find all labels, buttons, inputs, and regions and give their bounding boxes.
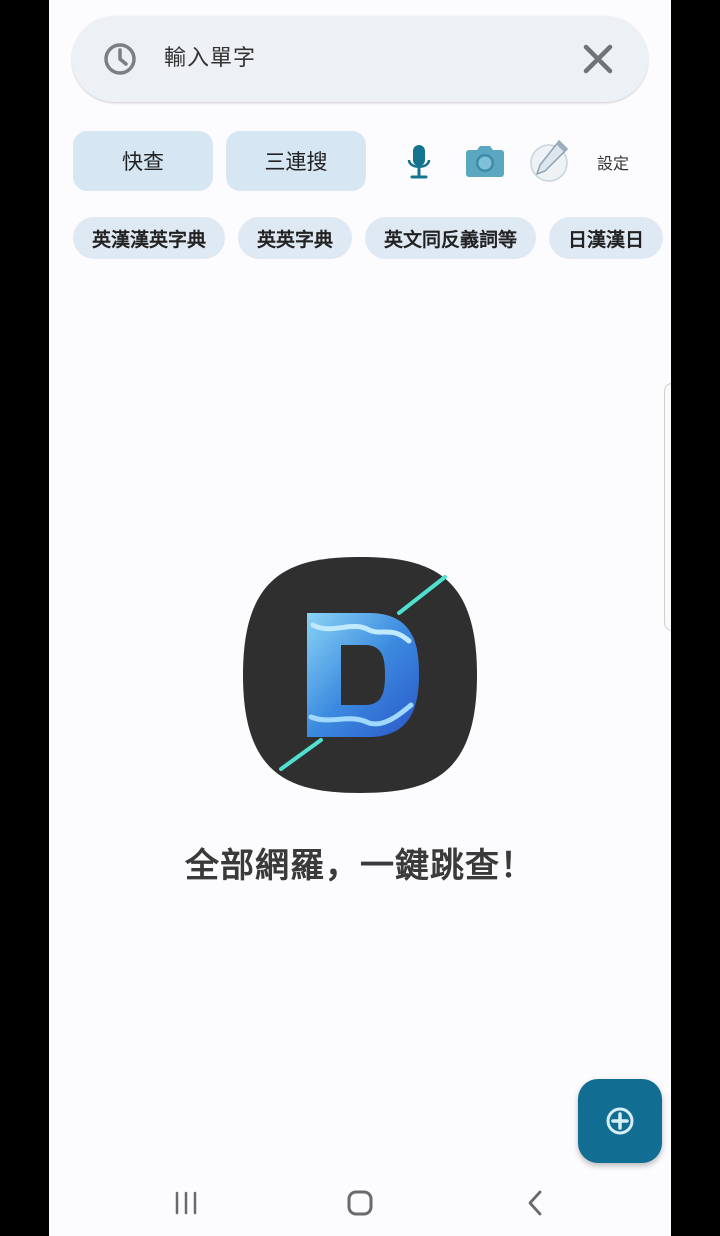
chip-en-en-dictionary[interactable]: 英英字典	[238, 217, 353, 259]
pen-icon	[530, 139, 569, 182]
camera-icon	[466, 146, 504, 177]
dictionary-chip-list: 英漢漢英字典 英英字典 英文同反義詞等 日漢漢日	[73, 217, 671, 259]
home-icon[interactable]	[343, 1186, 377, 1220]
add-button[interactable]	[578, 1079, 662, 1163]
chip-en-thesaurus[interactable]: 英文同反義詞等	[365, 217, 537, 259]
dictionary-d-logo	[243, 557, 477, 793]
microphone-icon	[407, 145, 431, 179]
close-icon[interactable]	[580, 41, 616, 77]
edge-panel-handle[interactable]	[664, 383, 671, 631]
recent-apps-icon[interactable]	[169, 1186, 203, 1220]
app-screen: 輸入單字 快查 三連搜 設定 英漢漢英字典 英英字典 英文同反義詞等 日漢漢日 …	[49, 0, 671, 1236]
chip-ja-zh-dictionary[interactable]: 日漢漢日	[549, 217, 664, 259]
triple-search-button[interactable]: 三連搜	[226, 131, 366, 191]
settings-button[interactable]: 設定	[597, 140, 629, 184]
microphone-button[interactable]	[403, 140, 435, 184]
plus-circle-icon	[606, 1107, 634, 1135]
app-slogan: 全部網羅，一鍵跳查！	[185, 846, 535, 886]
chip-en-zh-dictionary[interactable]: 英漢漢英字典	[73, 217, 226, 259]
history-icon[interactable]	[102, 41, 138, 77]
search-bar[interactable]: 輸入單字	[72, 16, 648, 102]
handwriting-button[interactable]	[529, 138, 573, 182]
search-input[interactable]: 輸入單字	[164, 42, 256, 76]
system-navigation-bar	[49, 1168, 671, 1236]
quick-search-button[interactable]: 快查	[73, 131, 213, 191]
back-icon[interactable]	[519, 1186, 553, 1220]
camera-button[interactable]	[465, 140, 505, 184]
